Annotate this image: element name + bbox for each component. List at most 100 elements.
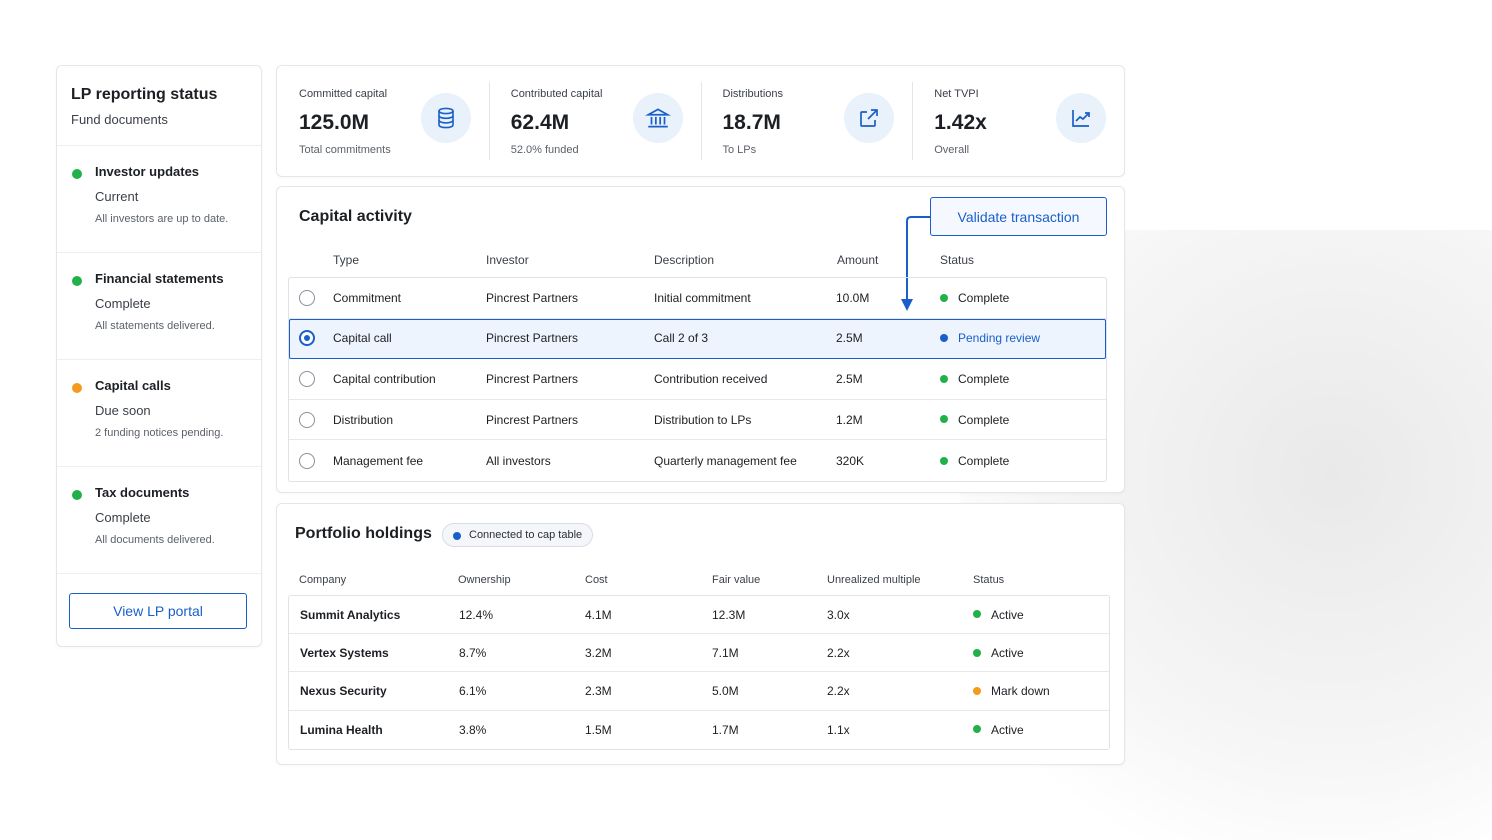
sidebar-item-investor-updates[interactable]: Investor updates Current All investors a… — [57, 146, 261, 253]
lp-reporting-sidebar: LP reporting status Fund documents Inves… — [56, 65, 262, 647]
cell-status: Complete — [940, 291, 1009, 305]
sidebar-item-title: Investor updates — [95, 164, 200, 179]
cell-status: Pending review — [940, 331, 1040, 345]
table-row[interactable]: Nexus Security 6.1% 2.3M 5.0M 2.2x Mark … — [289, 672, 1109, 711]
status-dot — [940, 456, 948, 465]
cell-description: Initial commitment — [654, 290, 751, 305]
portfolio-holdings-title: Portfolio holdings — [295, 525, 432, 542]
cell-status: Mark down — [973, 684, 1050, 698]
status-text: Complete — [958, 412, 1010, 427]
table-row[interactable]: Lumina Health 3.8% 1.5M 1.7M 1.1x Active — [289, 711, 1109, 749]
table-row[interactable]: Distribution Pincrest Partners Distribut… — [289, 400, 1106, 441]
sidebar-item-note: 2 funding notices pending. — [95, 427, 224, 439]
cell-type: Distribution — [333, 412, 394, 427]
cell-multiple: 2.2x — [827, 645, 850, 660]
sidebar-item-status: Complete — [95, 510, 151, 525]
status-dot — [940, 334, 948, 343]
sidebar-title: LP reporting status — [71, 86, 218, 103]
cell-status: Complete — [940, 372, 1009, 386]
table-row[interactable]: Vertex Systems 8.7% 3.2M 7.1M 2.2x Activ… — [289, 634, 1109, 673]
stat-net-tvpi: Net TVPI 1.42x Overall — [912, 66, 1124, 176]
database-icon — [420, 93, 471, 143]
stat-subtext: Total commitments — [299, 144, 391, 156]
table-row[interactable]: Management fee All investors Quarterly m… — [289, 440, 1106, 481]
sidebar-item-note: All documents delivered. — [95, 534, 215, 546]
cell-cost: 1.5M — [585, 722, 612, 737]
cell-ownership: 3.8% — [459, 722, 487, 737]
cell-ownership: 12.4% — [459, 607, 494, 622]
table-row[interactable]: Capital contribution Pincrest Partners C… — [289, 359, 1106, 400]
cell-type: Management fee — [333, 453, 424, 468]
cell-multiple: 2.2x — [827, 683, 850, 698]
cell-fair-value: 12.3M — [712, 607, 746, 622]
cell-status: Active — [973, 646, 1024, 660]
sidebar-item-tax-documents[interactable]: Tax documents Complete All documents del… — [57, 467, 261, 574]
cell-investor: Pincrest Partners — [486, 412, 579, 427]
column-header-type: Type — [333, 253, 360, 267]
cell-ownership: 8.7% — [459, 645, 487, 660]
cell-company: Nexus Security — [300, 683, 387, 698]
row-radio-selected[interactable] — [299, 330, 315, 347]
connected-badge: Connected to cap table — [442, 523, 594, 547]
status-dot — [940, 374, 948, 383]
cell-amount: 320K — [836, 453, 865, 468]
row-radio[interactable] — [299, 370, 315, 387]
trending-up-icon — [1056, 93, 1106, 143]
cell-investor: Pincrest Partners — [486, 371, 579, 386]
capital-activity-table: Commitment Pincrest Partners Initial com… — [288, 277, 1107, 482]
status-text: Mark down — [991, 683, 1050, 698]
cell-type: Capital call — [333, 331, 392, 346]
cell-status: Complete — [940, 454, 1009, 468]
column-header-investor: Investor — [486, 253, 529, 267]
cell-multiple: 1.1x — [827, 722, 850, 737]
cell-company: Vertex Systems — [300, 645, 389, 660]
table-row-selected[interactable]: Capital call Pincrest Partners Call 2 of… — [289, 318, 1106, 360]
cell-fair-value: 1.7M — [712, 722, 739, 737]
cell-description: Call 2 of 3 — [654, 331, 709, 346]
portfolio-table: Summit Analytics 12.4% 4.1M 12.3M 3.0x A… — [288, 595, 1110, 750]
summary-stats: Committed capital 125.0M Total commitmen… — [276, 65, 1125, 177]
sidebar-item-capital-calls[interactable]: Capital calls Due soon 2 funding notices… — [57, 360, 261, 467]
column-header-cost: Cost — [585, 574, 608, 586]
row-radio[interactable] — [299, 411, 315, 428]
cell-amount: 10.0M — [836, 290, 870, 305]
cell-multiple: 3.0x — [827, 607, 850, 622]
sidebar-item-financial-statements[interactable]: Financial statements Complete All statem… — [57, 253, 261, 360]
cell-ownership: 6.1% — [459, 683, 487, 698]
cell-investor: All investors — [486, 453, 551, 468]
capital-activity-title: Capital activity — [299, 208, 412, 225]
cell-status: Active — [973, 723, 1024, 737]
table-row[interactable]: Summit Analytics 12.4% 4.1M 12.3M 3.0x A… — [289, 596, 1109, 635]
table-row[interactable]: Commitment Pincrest Partners Initial com… — [289, 278, 1106, 319]
stat-subtext: 52.0% funded — [510, 144, 579, 156]
row-radio[interactable] — [299, 289, 315, 306]
status-dot — [973, 686, 981, 695]
capital-activity-panel: Capital activity Validate transaction Ty… — [276, 186, 1125, 493]
status-dot — [973, 648, 981, 657]
external-link-icon — [844, 93, 895, 143]
cell-amount: 1.2M — [836, 412, 863, 427]
cell-amount: 2.5M — [836, 371, 863, 386]
cell-type: Capital contribution — [333, 371, 436, 386]
validate-transaction-button[interactable]: Validate transaction — [930, 197, 1107, 236]
row-radio[interactable] — [299, 452, 315, 469]
status-dot — [72, 383, 82, 393]
cell-description: Distribution to LPs — [654, 412, 752, 427]
view-lp-portal-button[interactable]: View LP portal — [69, 593, 247, 629]
cell-company: Summit Analytics — [300, 607, 401, 622]
stat-contributed-capital: Contributed capital 62.4M 52.0% funded — [488, 66, 701, 176]
column-header-fair-value: Fair value — [712, 574, 761, 586]
status-text: Active — [991, 645, 1024, 660]
status-dot — [72, 276, 82, 286]
cell-description: Quarterly management fee — [654, 453, 797, 468]
stat-subtext: Overall — [934, 144, 970, 156]
status-dot — [973, 610, 981, 619]
cell-cost: 2.3M — [585, 683, 612, 698]
status-dot — [72, 169, 82, 179]
sidebar-item-status: Complete — [95, 296, 151, 311]
status-text: Complete — [958, 290, 1010, 305]
column-header-description: Description — [654, 253, 715, 267]
status-text: Complete — [958, 371, 1010, 386]
cell-status: Complete — [940, 413, 1009, 427]
column-header-amount: Amount — [837, 253, 879, 267]
